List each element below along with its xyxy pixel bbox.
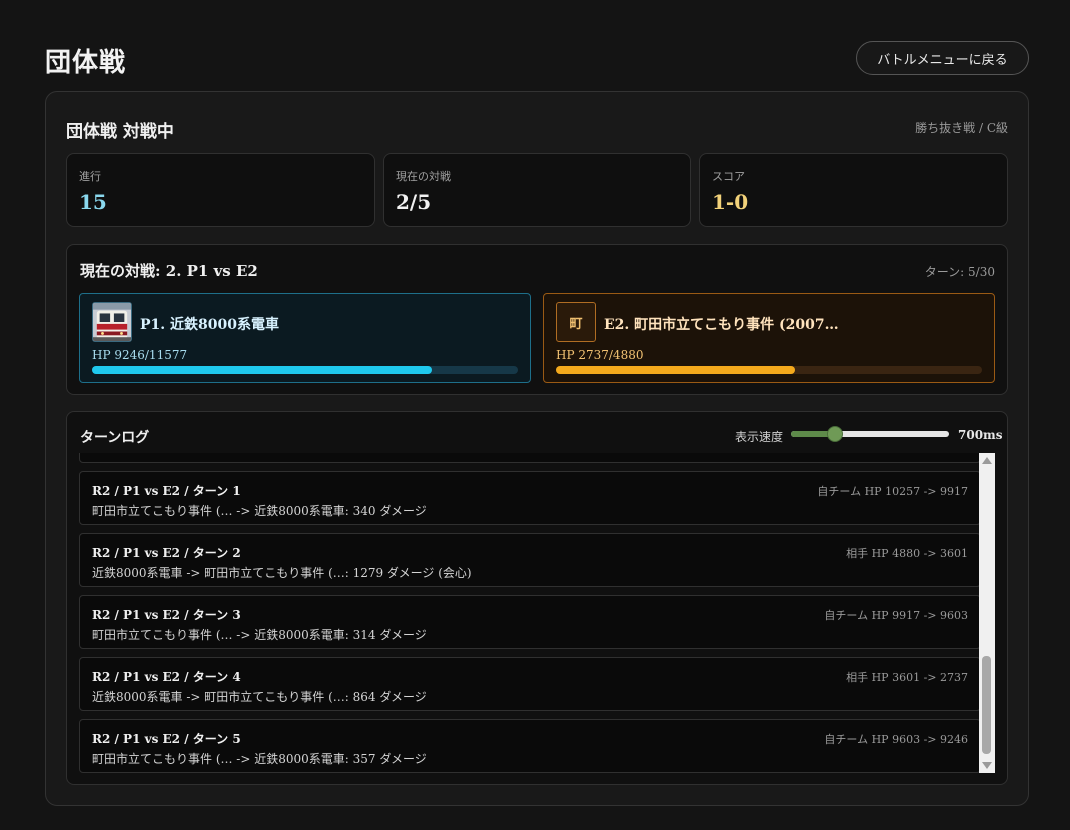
stat-value: 15 <box>79 190 107 214</box>
scrollbar-thumb[interactable] <box>982 656 991 754</box>
log-entry-detail: 町田市立てこもり事件 (… -> 近鉄8000系電車: 314 ダメージ <box>92 628 427 642</box>
enemy-name: E2. 町田市立てこもり事件 (2007… <box>604 317 839 333</box>
log-entry-title: R2 / P1 vs E2 / ターン 1 <box>92 484 241 498</box>
enemy-hp-fill <box>556 366 795 374</box>
player-hp-fill <box>92 366 433 374</box>
stat-score: スコア 1-0 <box>699 153 1008 227</box>
log-entry-title: R2 / P1 vs E2 / ターン 2 <box>92 546 241 560</box>
stat-value: 2/5 <box>396 190 432 214</box>
battle-mode-label: 勝ち抜き戦 / C級 <box>915 121 1008 135</box>
battle-card: 団体戦 対戦中 勝ち抜き戦 / C級 進行 15 現在の対戦 2/5 スコア 1… <box>45 91 1029 806</box>
player-fighter-card: P1. 近鉄8000系電車 HP 9246/11577 <box>79 293 531 383</box>
scroll-up-arrow-icon[interactable] <box>982 457 992 464</box>
log-scrollbar[interactable] <box>979 453 995 773</box>
enemy-hp-text: HP 2737/4880 <box>556 348 644 362</box>
current-match-panel: 現在の対戦: 2. P1 vs E2 ターン: 5/30 P1. 近鉄8000系… <box>66 244 1008 395</box>
speed-slider[interactable] <box>791 426 949 442</box>
list-item: R2 / P1 vs E2 / ターン 3 自チーム HP 9917 -> 96… <box>79 595 981 649</box>
speed-label: 表示速度 <box>735 430 784 444</box>
match-title: 現在の対戦: 2. P1 vs E2 <box>80 262 258 280</box>
page-title: 団体戦 <box>45 48 127 78</box>
turn-log-list[interactable]: R2 / P1 vs E2 / ターン 1 自チーム HP 10257 -> 9… <box>79 453 981 773</box>
log-entry-title: R2 / P1 vs E2 / ターン 4 <box>92 670 241 684</box>
player-hp-text: HP 9246/11577 <box>92 348 188 362</box>
log-entry-hp: 自チーム HP 9917 -> 9603 <box>824 609 968 622</box>
log-entry-detail: 町田市立てこもり事件 (… -> 近鉄8000系電車: 340 ダメージ <box>92 504 427 518</box>
log-entry-detail: 近鉄8000系電車 -> 町田市立てこもり事件 (…: 1279 ダメージ (会… <box>92 566 472 580</box>
enemy-fighter-card: 町 E2. 町田市立てこもり事件 (2007… HP 2737/4880 <box>543 293 995 383</box>
log-entry-hp: 自チーム HP 10257 -> 9917 <box>817 485 968 498</box>
enemy-hp-bar <box>556 366 982 374</box>
log-entry-hp: 相手 HP 3601 -> 2737 <box>846 671 968 684</box>
log-entry-detail: 町田市立てこもり事件 (… -> 近鉄8000系電車: 357 ダメージ <box>92 752 427 766</box>
speed-value: 700ms <box>958 428 1003 442</box>
list-item <box>79 453 981 463</box>
log-entry-hp: 自チーム HP 9603 -> 9246 <box>824 733 968 746</box>
log-entry-title: R2 / P1 vs E2 / ターン 3 <box>92 608 241 622</box>
turn-counter: ターン: 5/30 <box>924 265 995 279</box>
turn-log-panel: ターンログ 表示速度 700ms R2 / P1 vs E2 / ターン 1 自… <box>66 411 1008 785</box>
turn-log-title: ターンログ <box>80 430 150 446</box>
list-item: R2 / P1 vs E2 / ターン 1 自チーム HP 10257 -> 9… <box>79 471 981 525</box>
player-hp-bar <box>92 366 518 374</box>
team-battle-page: 団体戦 バトルメニューに戻る 団体戦 対戦中 勝ち抜き戦 / C級 進行 15 … <box>0 0 1070 830</box>
enemy-avatar: 町 <box>556 302 596 342</box>
scroll-down-arrow-icon[interactable] <box>982 762 992 769</box>
log-entry-detail: 近鉄8000系電車 -> 町田市立てこもり事件 (…: 864 ダメージ <box>92 690 427 704</box>
speed-slider-thumb[interactable] <box>827 426 844 442</box>
stat-progress: 進行 15 <box>66 153 375 227</box>
list-item: R2 / P1 vs E2 / ターン 2 相手 HP 4880 -> 3601… <box>79 533 981 587</box>
log-entry-hp: 相手 HP 4880 -> 3601 <box>846 547 968 560</box>
log-entry-title: R2 / P1 vs E2 / ターン 5 <box>92 732 241 746</box>
train-icon <box>92 302 132 342</box>
stat-label: スコア <box>712 170 745 183</box>
stat-value: 1-0 <box>712 190 749 214</box>
card-title: 団体戦 対戦中 <box>66 122 174 142</box>
list-item: R2 / P1 vs E2 / ターン 5 自チーム HP 9603 -> 92… <box>79 719 981 773</box>
back-to-battle-menu-button[interactable]: バトルメニューに戻る <box>856 41 1029 75</box>
stat-label: 進行 <box>79 170 101 183</box>
player-name: P1. 近鉄8000系電車 <box>140 317 279 333</box>
stat-current-match: 現在の対戦 2/5 <box>383 153 691 227</box>
stat-label: 現在の対戦 <box>396 170 451 183</box>
list-item: R2 / P1 vs E2 / ターン 4 相手 HP 3601 -> 2737… <box>79 657 981 711</box>
